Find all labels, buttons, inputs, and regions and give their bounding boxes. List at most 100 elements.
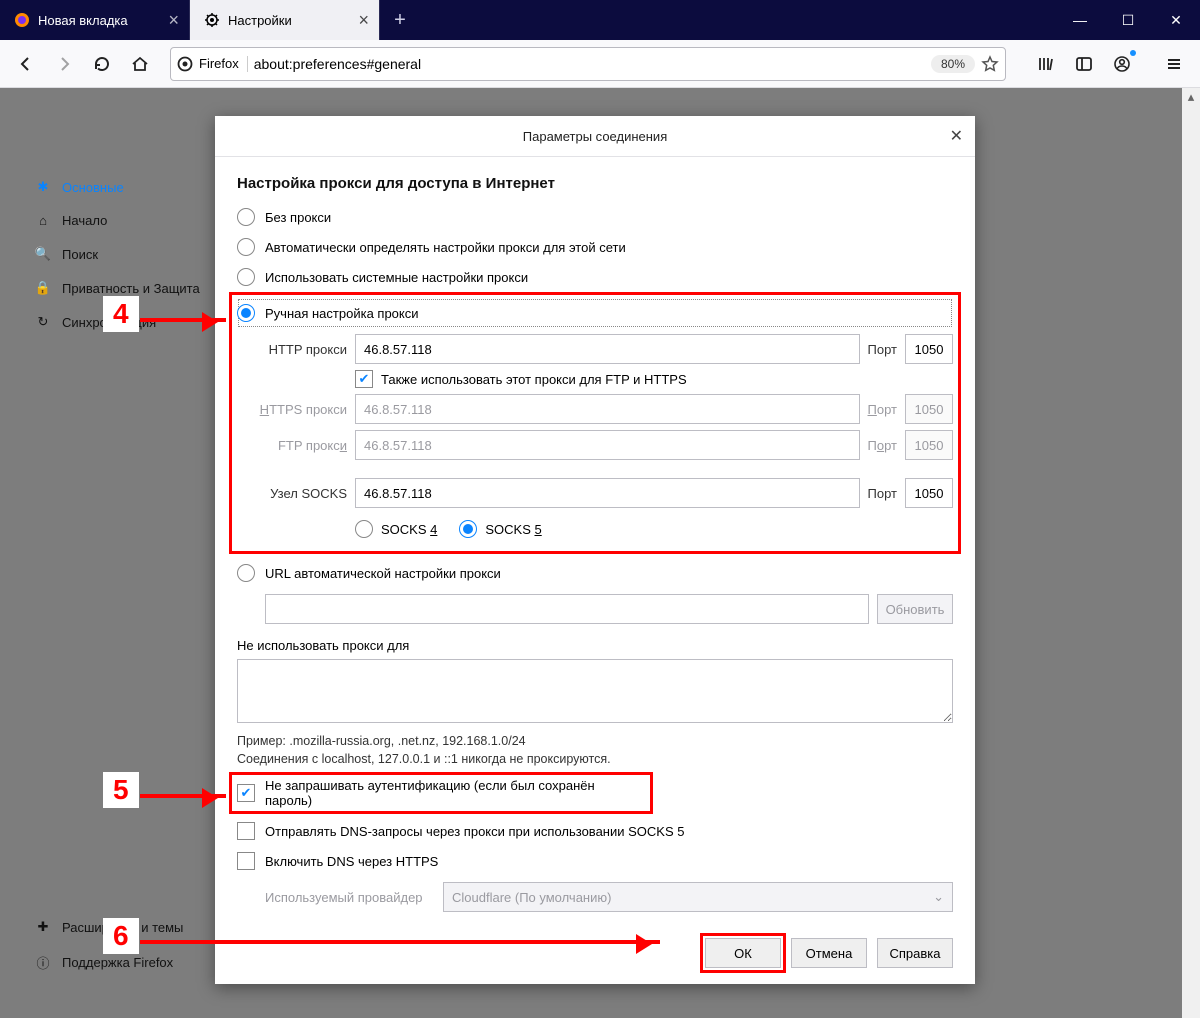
port-label: Порт xyxy=(868,342,897,357)
https-proxy-label: HTTPS прокси xyxy=(237,402,347,417)
star-icon[interactable] xyxy=(981,55,999,73)
http-port-input[interactable] xyxy=(905,334,953,364)
ftp-proxy-input xyxy=(355,430,860,460)
radio-auto-detect[interactable]: Автоматически определять настройки прокс… xyxy=(237,232,953,262)
chevron-down-icon: ⌄ xyxy=(933,889,944,905)
tab-label: Настройки xyxy=(228,13,292,28)
window-close-button[interactable]: ✕ xyxy=(1152,0,1200,40)
connection-settings-dialog: Параметры соединения ✕ Настройка прокси … xyxy=(215,116,975,984)
noproxy-label: Не использовать прокси для xyxy=(237,638,953,653)
gear-icon xyxy=(204,12,220,28)
noproxy-hint-localhost: Соединения с localhost, 127.0.0.1 и ::1 … xyxy=(237,750,953,768)
url-input[interactable] xyxy=(254,56,925,72)
annotation-arrow xyxy=(140,318,226,322)
annotation-arrow xyxy=(140,940,660,944)
annotation-4: 4 xyxy=(103,296,139,332)
close-icon[interactable]: × xyxy=(358,10,369,31)
radio-no-proxy[interactable]: Без прокси xyxy=(237,202,953,232)
noproxy-hint-example: Пример: .mozilla-russia.org, .net.nz, 19… xyxy=(237,732,953,750)
socks-host-label: Узел SOCKS xyxy=(237,486,347,501)
radio-icon xyxy=(237,304,255,322)
close-icon[interactable]: × xyxy=(168,10,179,31)
firefox-icon xyxy=(14,12,30,28)
lock-icon: 🔒 xyxy=(34,280,52,296)
checkbox-icon[interactable] xyxy=(237,822,255,840)
radio-icon[interactable] xyxy=(355,520,373,538)
socks-port-input[interactable] xyxy=(905,478,953,508)
annotation-arrow xyxy=(140,794,226,798)
forward-button[interactable] xyxy=(48,48,80,80)
dialog-title: Параметры соединения xyxy=(523,129,667,144)
help-icon: ⓘ xyxy=(34,953,52,972)
port-label: Порт xyxy=(868,486,897,501)
navigation-toolbar: Firefox 80% xyxy=(0,40,1200,88)
annotation-5: 5 xyxy=(103,772,139,808)
close-icon[interactable]: ✕ xyxy=(950,126,963,146)
pac-url-input xyxy=(265,594,869,624)
radio-icon xyxy=(237,268,255,286)
sidebar-item-search[interactable]: 🔍 Поиск xyxy=(30,237,210,271)
radio-system-proxy[interactable]: Использовать системные настройки прокси xyxy=(237,262,953,292)
library-icon[interactable] xyxy=(1030,48,1062,80)
vertical-scrollbar[interactable]: ▴ xyxy=(1182,88,1200,1018)
port-label: Порт xyxy=(868,402,897,417)
search-icon: 🔍 xyxy=(34,246,52,262)
provider-select: Cloudflare (По умолчанию) ⌄ xyxy=(443,882,953,912)
url-bar[interactable]: Firefox 80% xyxy=(170,47,1006,81)
share-proxy-row[interactable]: Также использовать этот прокси для FTP и… xyxy=(355,370,953,388)
dialog-title-bar: Параметры соединения ✕ xyxy=(215,116,975,157)
socks4-label: SOCKS 4 xyxy=(381,522,437,537)
tab-newtab[interactable]: Новая вкладка × xyxy=(0,0,190,40)
radio-icon xyxy=(237,208,255,226)
new-tab-button[interactable]: + xyxy=(380,0,420,40)
checkbox-icon[interactable] xyxy=(237,784,255,802)
checkbox-icon[interactable] xyxy=(355,370,373,388)
back-button[interactable] xyxy=(10,48,42,80)
sidebar-icon[interactable] xyxy=(1068,48,1100,80)
cancel-button[interactable]: Отмена xyxy=(791,938,867,968)
ok-button[interactable]: ОК xyxy=(705,938,781,968)
checkbox-doh[interactable]: Включить DNS через HTTPS xyxy=(237,846,953,876)
socks-host-input[interactable] xyxy=(355,478,860,508)
account-icon[interactable] xyxy=(1106,48,1138,80)
tab-settings[interactable]: Настройки × xyxy=(190,0,380,40)
menu-icon[interactable] xyxy=(1158,48,1190,80)
port-label: Порт xyxy=(868,438,897,453)
noproxy-textarea[interactable] xyxy=(237,659,953,723)
help-button[interactable]: Справка xyxy=(877,938,953,968)
radio-icon[interactable] xyxy=(459,520,477,538)
radio-manual-proxy[interactable]: Ручная настройка прокси xyxy=(237,298,953,328)
ftp-proxy-label: FTP прокси xyxy=(237,438,347,453)
tab-label: Новая вкладка xyxy=(38,13,128,28)
socks5-label: SOCKS 5 xyxy=(485,522,541,537)
title-bar: Новая вкладка × Настройки × + — ☐ ✕ xyxy=(0,0,1200,40)
provider-label: Используемый провайдер xyxy=(265,890,435,905)
puzzle-icon: ✚ xyxy=(34,919,52,935)
radio-pac-url[interactable]: URL автоматической настройки прокси xyxy=(237,558,953,588)
http-proxy-input[interactable] xyxy=(355,334,860,364)
sidebar-item-general[interactable]: ✱ Основные xyxy=(30,170,210,204)
annotation-6: 6 xyxy=(103,918,139,954)
section-heading: Настройка прокси для доступа в Интернет xyxy=(237,175,953,192)
http-proxy-label: HTTP прокси xyxy=(237,342,347,357)
ftp-port-input xyxy=(905,430,953,460)
window-minimize-button[interactable]: — xyxy=(1056,0,1104,40)
gear-icon: ✱ xyxy=(34,179,52,195)
window-maximize-button[interactable]: ☐ xyxy=(1104,0,1152,40)
checkbox-icon[interactable] xyxy=(237,852,255,870)
brand-chip: Firefox xyxy=(177,56,248,72)
zoom-badge[interactable]: 80% xyxy=(931,55,975,73)
sync-icon: ↻ xyxy=(34,314,52,330)
radio-icon xyxy=(237,564,255,582)
reload-button[interactable] xyxy=(86,48,118,80)
home-button[interactable] xyxy=(124,48,156,80)
dialog-button-row: ОК Отмена Справка xyxy=(215,928,975,984)
home-icon: ⌂ xyxy=(34,213,52,228)
checkbox-no-auth[interactable]: Не запрашивать аутентификацию (если был … xyxy=(231,774,651,812)
radio-icon xyxy=(237,238,255,256)
checkbox-dns-socks[interactable]: Отправлять DNS-запросы через прокси при … xyxy=(237,816,953,846)
https-proxy-input xyxy=(355,394,860,424)
sidebar-item-home[interactable]: ⌂ Начало xyxy=(30,204,210,237)
https-port-input xyxy=(905,394,953,424)
update-button: Обновить xyxy=(877,594,953,624)
